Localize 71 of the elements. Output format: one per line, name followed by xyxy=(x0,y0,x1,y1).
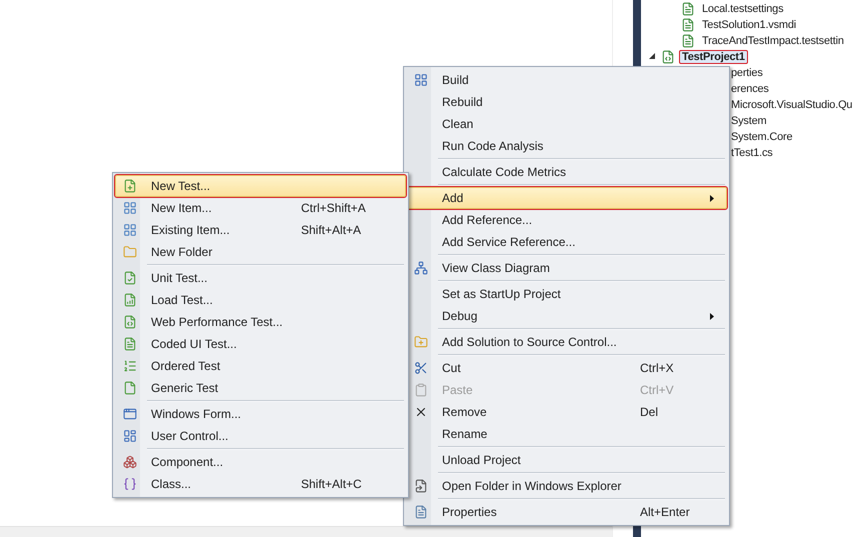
menu-item[interactable]: Unit Test... xyxy=(115,267,406,289)
menu-item[interactable]: Component... xyxy=(115,451,406,473)
menu-item[interactable]: Clean xyxy=(406,113,727,135)
menu-item[interactable]: Run Code Analysis xyxy=(406,135,727,157)
menu-item[interactable]: Existing Item... Shift+Alt+A xyxy=(115,219,406,241)
file-icon xyxy=(681,2,695,16)
expander-icon[interactable] xyxy=(649,53,657,61)
menu-item[interactable]: New Test... xyxy=(115,175,406,197)
menu-item[interactable]: New Item... Ctrl+Shift+A xyxy=(115,197,406,219)
property-sheet-icon xyxy=(414,505,428,519)
menu-item[interactable]: Set as StartUp Project xyxy=(406,283,727,305)
horizontal-scrollbar[interactable] xyxy=(0,526,612,537)
menu-item[interactable]: Add Reference... xyxy=(406,209,727,231)
folder-plus-icon xyxy=(414,335,428,349)
menu-item[interactable]: Cut Ctrl+X xyxy=(406,357,727,379)
file-icon xyxy=(681,34,695,48)
tree-item[interactable]: tTest1.cs xyxy=(728,146,776,160)
menu-item[interactable]: Calculate Code Metrics xyxy=(406,161,727,183)
menu-item[interactable]: Debug xyxy=(406,305,727,327)
tree-item[interactable]: Local.testsettings xyxy=(699,2,786,16)
tree-item[interactable]: TestProject1 xyxy=(679,50,748,64)
menu-item[interactable]: Build xyxy=(406,69,727,91)
menu-item[interactable]: Unload Project xyxy=(406,449,727,471)
class-icon xyxy=(122,477,136,491)
grid-icon xyxy=(122,223,136,237)
menu-item[interactable]: Class... Shift+Alt+C xyxy=(115,473,406,495)
test-file-icon xyxy=(122,337,136,351)
submenu-arrow-icon xyxy=(710,194,714,202)
menu-item[interactable]: Coded UI Test... xyxy=(115,333,406,355)
ordered-list-icon xyxy=(122,359,136,373)
tree-item[interactable]: TestSolution1.vsmdi xyxy=(699,18,800,32)
menu-item[interactable]: Rename xyxy=(406,423,727,445)
project-icon xyxy=(661,50,675,64)
test-file-icon xyxy=(122,271,136,285)
tree-item[interactable]: System xyxy=(728,114,770,128)
new-file-icon xyxy=(122,179,136,193)
menu-item[interactable]: Web Performance Test... xyxy=(115,311,406,333)
tree-item[interactable]: TraceAndTestImpact.testsettin xyxy=(699,34,847,48)
class-diagram-icon xyxy=(414,261,428,275)
menu-item[interactable]: Add Solution to Source Control... xyxy=(406,331,727,353)
menu-item[interactable]: Remove Del xyxy=(406,401,727,423)
menu-item[interactable]: Rebuild xyxy=(406,91,727,113)
menu-item[interactable]: Load Test... xyxy=(115,289,406,311)
test-file-icon xyxy=(122,315,136,329)
tree-item[interactable]: erences xyxy=(728,82,772,96)
menu-item[interactable]: Windows Form... xyxy=(115,403,406,425)
document-arrow-icon xyxy=(414,479,428,493)
component-icon xyxy=(122,455,136,469)
control-icon xyxy=(122,429,136,443)
menu-item[interactable]: Add Service Reference... xyxy=(406,231,727,253)
cut-icon xyxy=(414,361,428,375)
test-file-icon xyxy=(122,293,136,307)
tree-item[interactable]: Microsoft.VisualStudio.Qu xyxy=(728,98,856,112)
tree-item[interactable]: System.Core xyxy=(728,130,796,144)
tree-item[interactable]: perties xyxy=(728,66,766,80)
menu-item[interactable]: Properties Alt+Enter xyxy=(406,501,727,523)
paste-icon xyxy=(414,383,428,397)
menu-item[interactable]: Add xyxy=(406,187,727,209)
grid-icon xyxy=(122,201,136,215)
grid-icon xyxy=(414,73,428,87)
menu-item[interactable]: Ordered Test xyxy=(115,355,406,377)
menu-item[interactable]: Open Folder in Windows Explorer xyxy=(406,475,727,497)
menu-item[interactable]: View Class Diagram xyxy=(406,257,727,279)
file-icon xyxy=(681,18,695,32)
folder-icon xyxy=(122,245,136,259)
submenu-arrow-icon xyxy=(710,312,714,320)
menu-item[interactable]: Generic Test xyxy=(115,377,406,399)
menu-item[interactable]: New Folder xyxy=(115,241,406,263)
menu-item[interactable]: User Control... xyxy=(115,425,406,447)
test-file-icon xyxy=(122,381,136,395)
window-icon xyxy=(122,407,136,421)
